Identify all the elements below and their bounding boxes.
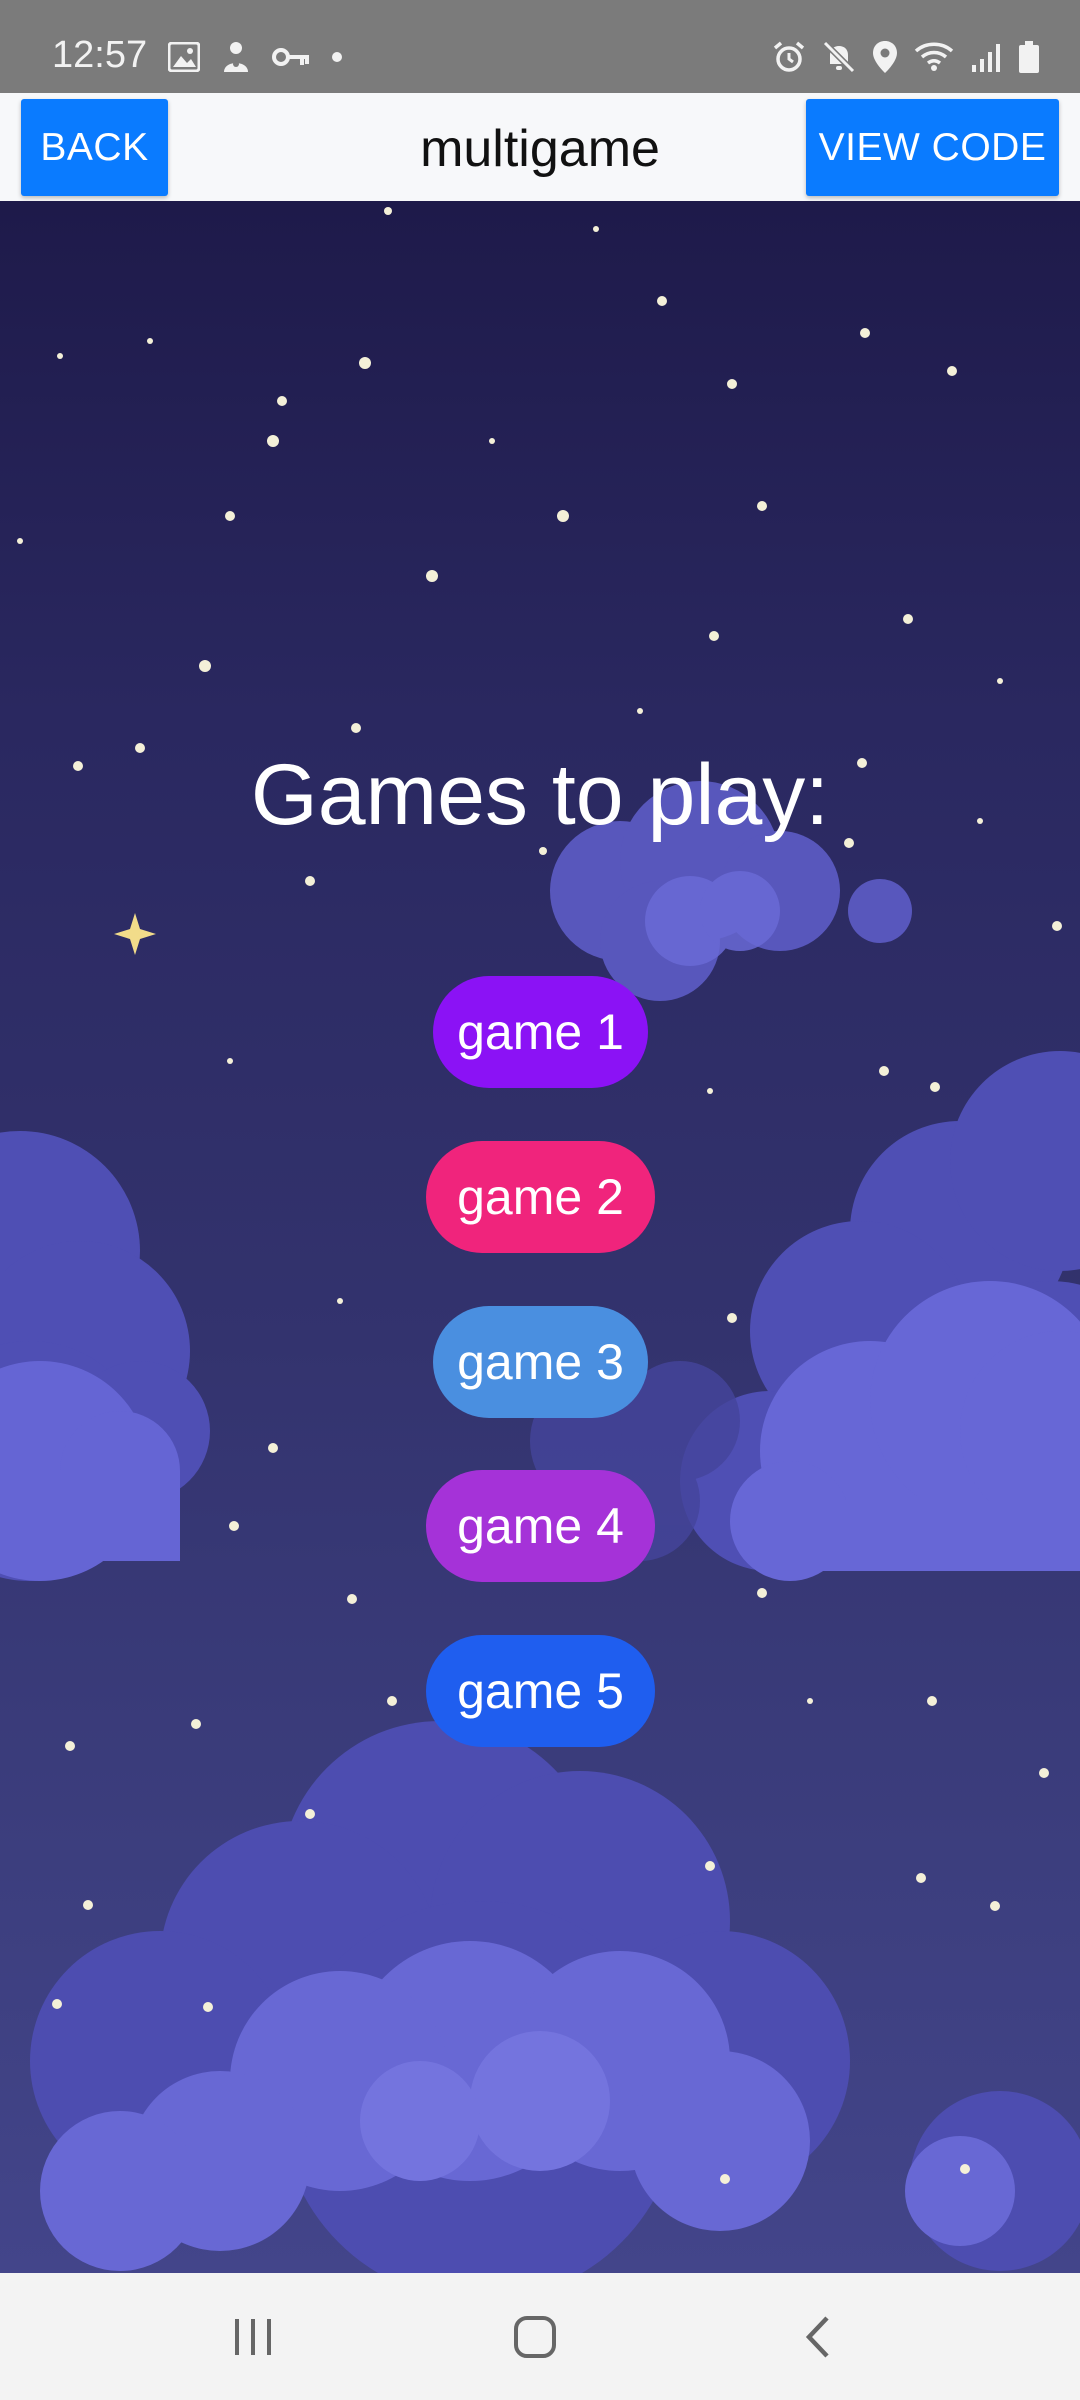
signal-icon bbox=[970, 41, 1002, 73]
system-nav-bar bbox=[0, 2273, 1080, 2400]
view-code-button[interactable]: VIEW CODE bbox=[806, 99, 1059, 196]
game-4-button[interactable]: game 4 bbox=[426, 1470, 655, 1582]
image-icon bbox=[168, 42, 200, 72]
recent-apps-icon[interactable] bbox=[193, 2273, 313, 2400]
key-icon bbox=[272, 46, 310, 68]
night-sky-background: Games to play: game 1 game 2 game 3 game… bbox=[0, 201, 1080, 2273]
sparkle-star bbox=[114, 913, 156, 955]
app-header: BACK multigame VIEW CODE bbox=[0, 93, 1080, 201]
game-button-label: game 5 bbox=[457, 1663, 624, 1719]
game-3-button[interactable]: game 3 bbox=[433, 1306, 648, 1418]
game-button-label: game 4 bbox=[457, 1498, 624, 1554]
wifi-icon bbox=[914, 41, 954, 73]
battery-icon bbox=[1018, 40, 1040, 74]
back-icon[interactable] bbox=[758, 2273, 878, 2400]
game-1-button[interactable]: game 1 bbox=[433, 976, 648, 1088]
notification-person-icon bbox=[220, 40, 252, 74]
game-2-button[interactable]: game 2 bbox=[426, 1141, 655, 1253]
section-heading: Games to play: bbox=[250, 747, 830, 843]
dot-icon bbox=[330, 50, 344, 64]
mute-icon bbox=[822, 40, 856, 74]
game-button-label: game 1 bbox=[457, 1004, 624, 1060]
status-time: 12:57 bbox=[52, 34, 148, 76]
game-5-button[interactable]: game 5 bbox=[426, 1635, 655, 1747]
screen: 12:57 BACK multigame VIEW CODE Games to … bbox=[0, 0, 1080, 2400]
game-button-label: game 2 bbox=[457, 1169, 624, 1225]
alarm-icon bbox=[772, 40, 806, 74]
status-bar: 12:57 bbox=[0, 0, 1080, 93]
game-button-label: game 3 bbox=[457, 1334, 624, 1390]
home-icon[interactable] bbox=[475, 2273, 595, 2400]
location-icon bbox=[872, 40, 898, 74]
